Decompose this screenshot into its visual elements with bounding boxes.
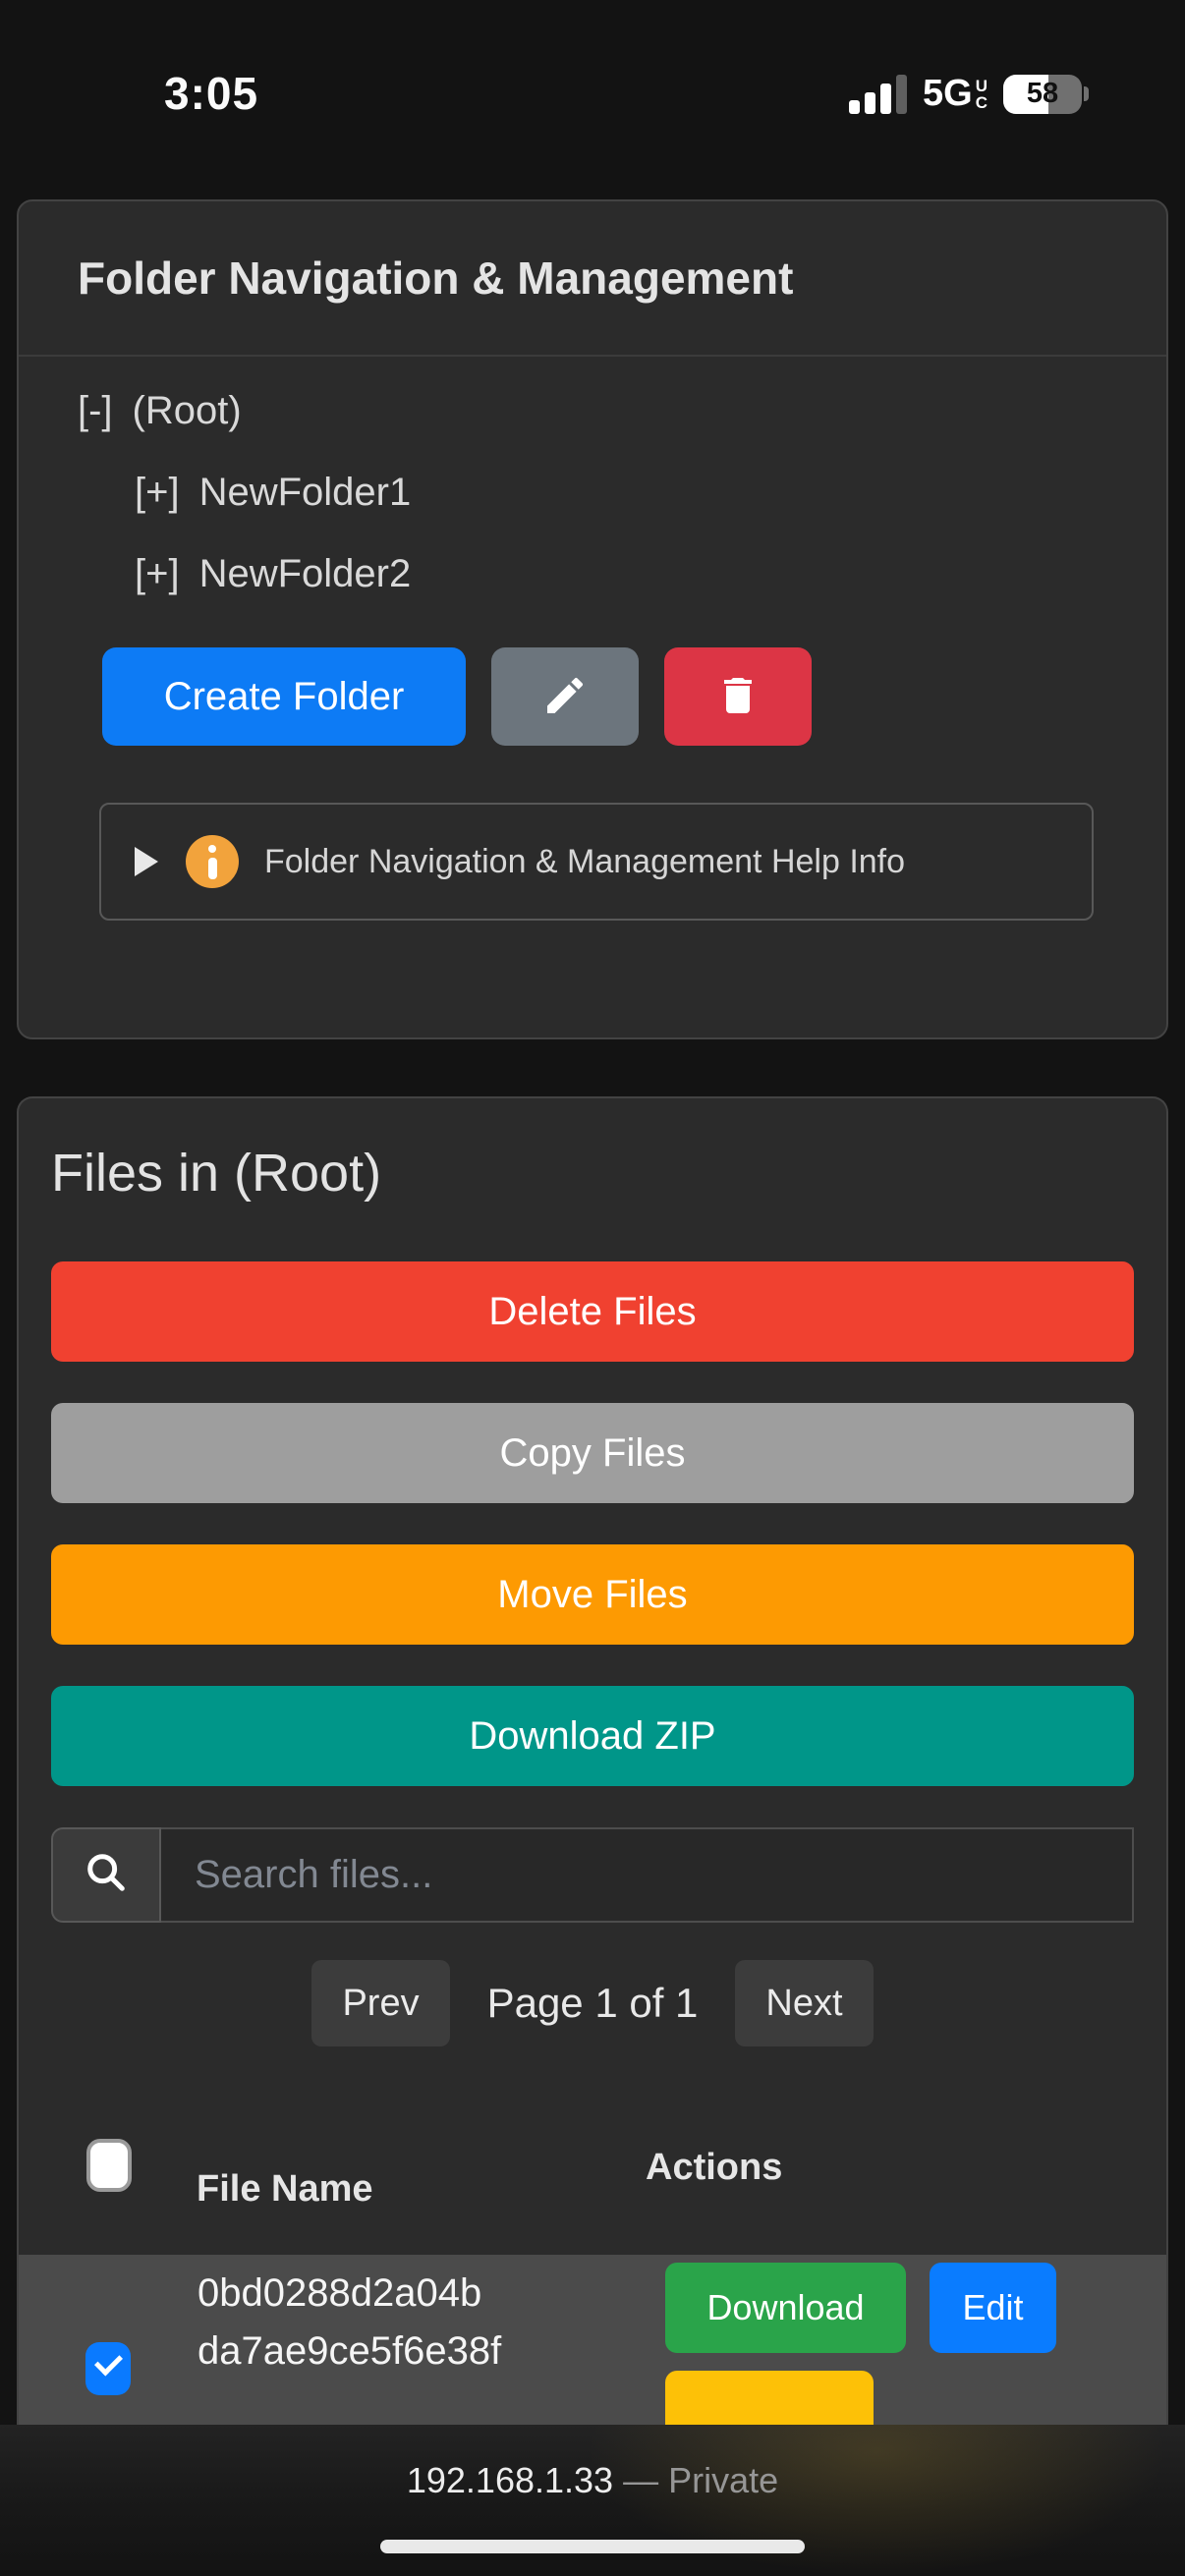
help-accordion-label: Folder Navigation & Management Help Info	[264, 843, 905, 881]
expand-toggle[interactable]: [+]	[135, 471, 180, 515]
folder-card-body: [-] (Root) [+] NewFolder1 [+] NewFolder2…	[19, 357, 1166, 921]
network-type: 5G U C	[923, 73, 988, 115]
tree-item-root[interactable]: [-] (Root)	[78, 386, 1107, 435]
tree-item-newfolder1[interactable]: [+] NewFolder1	[78, 468, 1107, 517]
pencil-icon	[541, 672, 589, 722]
download-zip-button[interactable]: Download ZIP	[51, 1686, 1134, 1786]
triangle-right-icon[interactable]	[135, 847, 158, 876]
copy-files-button[interactable]: Copy Files	[51, 1403, 1134, 1503]
edit-file-button[interactable]: Edit	[930, 2263, 1056, 2353]
folder-actions-row: Create Folder	[102, 647, 1107, 746]
cellular-signal-icon	[849, 75, 907, 114]
clock: 3:05	[164, 67, 258, 120]
private-badge: Private	[668, 2460, 778, 2500]
tree-item-label[interactable]: NewFolder1	[199, 471, 412, 515]
expand-toggle[interactable]: [+]	[135, 552, 180, 596]
column-header-actions: Actions	[646, 2147, 782, 2189]
status-icons: 5G U C 58	[849, 73, 1089, 115]
collapse-toggle[interactable]: [-]	[78, 389, 113, 433]
delete-folder-button[interactable]	[664, 647, 812, 746]
next-page-button[interactable]: Next	[735, 1960, 873, 2046]
search-bar	[51, 1827, 1134, 1923]
battery-percent: 58	[1003, 75, 1082, 114]
search-button[interactable]	[51, 1827, 161, 1923]
info-icon	[186, 835, 239, 888]
safari-bottom-bar: 192.168.1.33 — Private	[0, 2425, 1185, 2576]
pagination: Prev Page 1 of 1 Next	[51, 1960, 1134, 2046]
network-variant-label: U C	[976, 78, 988, 111]
battery-icon: 58	[1003, 75, 1089, 114]
folder-card-title: Folder Navigation & Management	[78, 252, 793, 305]
url-host: 192.168.1.33	[407, 2460, 613, 2500]
status-bar: 3:05 5G U C 58	[0, 0, 1185, 147]
tree-item-label[interactable]: NewFolder2	[199, 552, 412, 596]
row-checkbox[interactable]	[85, 2342, 131, 2395]
file-name: 0bd0288d2a04b da7ae9ce5f6e38f	[198, 2265, 501, 2380]
folder-management-card: Folder Navigation & Management [-] (Root…	[17, 199, 1168, 1039]
tree-item-newfolder2[interactable]: [+] NewFolder2	[78, 549, 1107, 598]
help-accordion[interactable]: Folder Navigation & Management Help Info	[99, 803, 1094, 921]
rename-folder-button[interactable]	[491, 647, 639, 746]
home-indicator[interactable]	[380, 2540, 805, 2553]
prev-page-button[interactable]: Prev	[311, 1960, 449, 2046]
folder-card-header: Folder Navigation & Management	[19, 201, 1166, 357]
files-card-title: Files in (Root)	[51, 1136, 1134, 1210]
select-all-checkbox[interactable]	[86, 2139, 132, 2192]
column-header-file-name: File Name	[197, 2168, 373, 2211]
search-icon	[84, 1850, 129, 1900]
address-bar[interactable]: 192.168.1.33 — Private	[0, 2460, 1185, 2501]
move-files-button[interactable]: Move Files	[51, 1544, 1134, 1645]
files-card: Files in (Root) Delete Files Copy Files …	[17, 1096, 1168, 2576]
tree-item-label[interactable]: (Root)	[133, 389, 242, 433]
delete-files-button[interactable]: Delete Files	[51, 1261, 1134, 1362]
url-separator: —	[613, 2460, 668, 2500]
network-label: 5G	[923, 73, 973, 115]
create-folder-button[interactable]: Create Folder	[102, 647, 466, 746]
page-status: Page 1 of 1	[487, 1980, 699, 2027]
trash-icon	[714, 672, 762, 722]
search-input[interactable]	[161, 1827, 1134, 1923]
download-file-button[interactable]: Download	[665, 2263, 906, 2353]
table-header-row: File Name Actions	[51, 2121, 1134, 2255]
